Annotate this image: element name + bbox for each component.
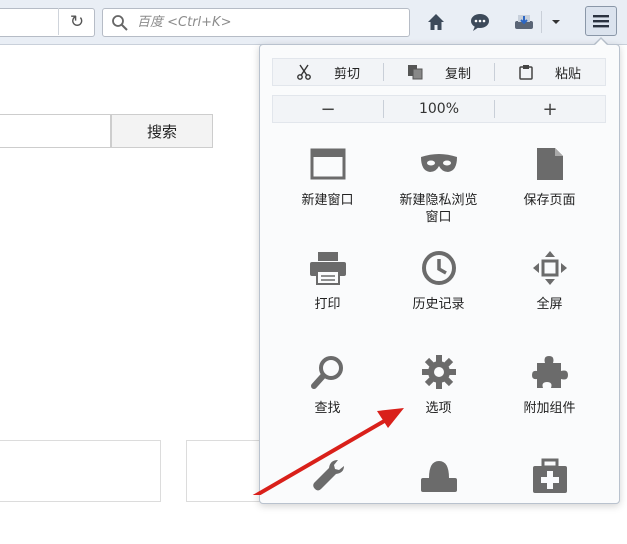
- annotation-arrow: [252, 408, 404, 495]
